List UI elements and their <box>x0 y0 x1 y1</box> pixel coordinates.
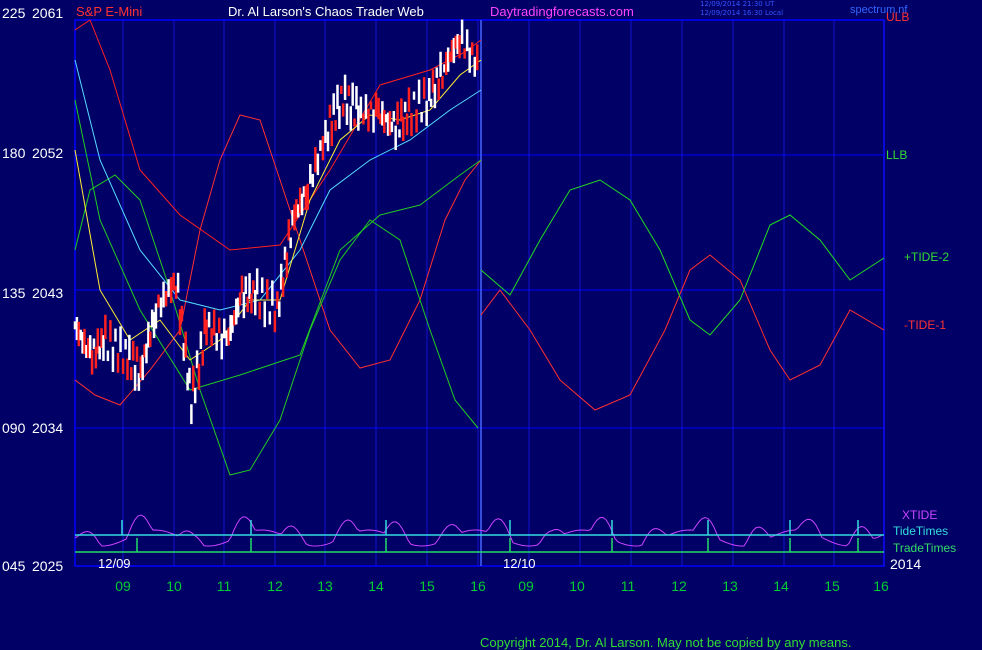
x-tick: 16 <box>873 578 889 594</box>
y-right-tick-2: 2052 <box>32 145 64 161</box>
x-tick: 15 <box>824 578 840 594</box>
symbol-label: S&P E-Mini <box>76 4 143 19</box>
ulb-label: ULB <box>886 10 910 24</box>
x-tick: 10 <box>569 578 585 594</box>
site-link[interactable]: Daytradingforecasts.com <box>490 4 634 19</box>
y-right-tick-4: 2034 <box>32 420 64 436</box>
timestamp-ut: 12/09/2014 21:30 UT <box>700 0 775 8</box>
plot-frame <box>74 19 885 567</box>
date-label-1: 12/09 <box>98 556 131 571</box>
y-left-tick-1: 225 <box>2 5 26 21</box>
xtide-line <box>74 514 883 547</box>
y-right-tick-3: 2043 <box>32 285 64 301</box>
tide-plus-line <box>480 179 885 336</box>
tide-minus-label: -TIDE-1 <box>904 318 946 332</box>
x-tick: 16 <box>470 578 486 594</box>
x-tick: 13 <box>317 578 333 594</box>
y-left-tick-4: 090 <box>2 420 26 436</box>
y-right-tick-1: 2061 <box>32 5 64 21</box>
x-tick: 14 <box>773 578 789 594</box>
x-tick: 11 <box>216 578 232 594</box>
tide-minus-line <box>480 254 885 411</box>
year-label: 2014 <box>890 556 922 572</box>
tradetimes-label: TradeTimes <box>893 541 957 555</box>
tidetimes-label: TideTimes <box>893 524 949 538</box>
xtide-label: XTIDE <box>902 508 938 522</box>
chart-canvas <box>73 19 885 567</box>
x-tick: 15 <box>419 578 435 594</box>
x-tick: 13 <box>722 578 738 594</box>
x-tick: 10 <box>166 578 182 594</box>
timestamp-local: 12/09/2014 16:30 Local <box>700 9 784 17</box>
x-tick: 09 <box>518 578 534 594</box>
x-tick: 12 <box>671 578 687 594</box>
llb-label: LLB <box>886 148 908 162</box>
y-right-tick-5: 2025 <box>32 558 64 574</box>
chart-title: Dr. Al Larson's Chaos Trader Web <box>228 4 424 19</box>
y-left-tick-5: 045 <box>2 558 26 574</box>
x-tick: 14 <box>368 578 384 594</box>
copyright-notice: Copyright 2014, Dr. Al Larson. May not b… <box>480 635 852 650</box>
tide-plus-label: +TIDE-2 <box>904 250 950 264</box>
chart-grid <box>74 19 885 567</box>
x-tick: 12 <box>267 578 283 594</box>
llb-curve <box>74 174 479 476</box>
x-tick: 09 <box>115 578 131 594</box>
ulb-line <box>74 19 482 251</box>
y-left-tick-3: 135 <box>2 285 26 301</box>
x-tick: 11 <box>620 578 636 594</box>
y-left-tick-2: 180 <box>2 145 26 161</box>
date-label-2: 12/10 <box>503 556 536 571</box>
chart-series <box>74 19 885 553</box>
yellow-average-line <box>74 59 482 361</box>
